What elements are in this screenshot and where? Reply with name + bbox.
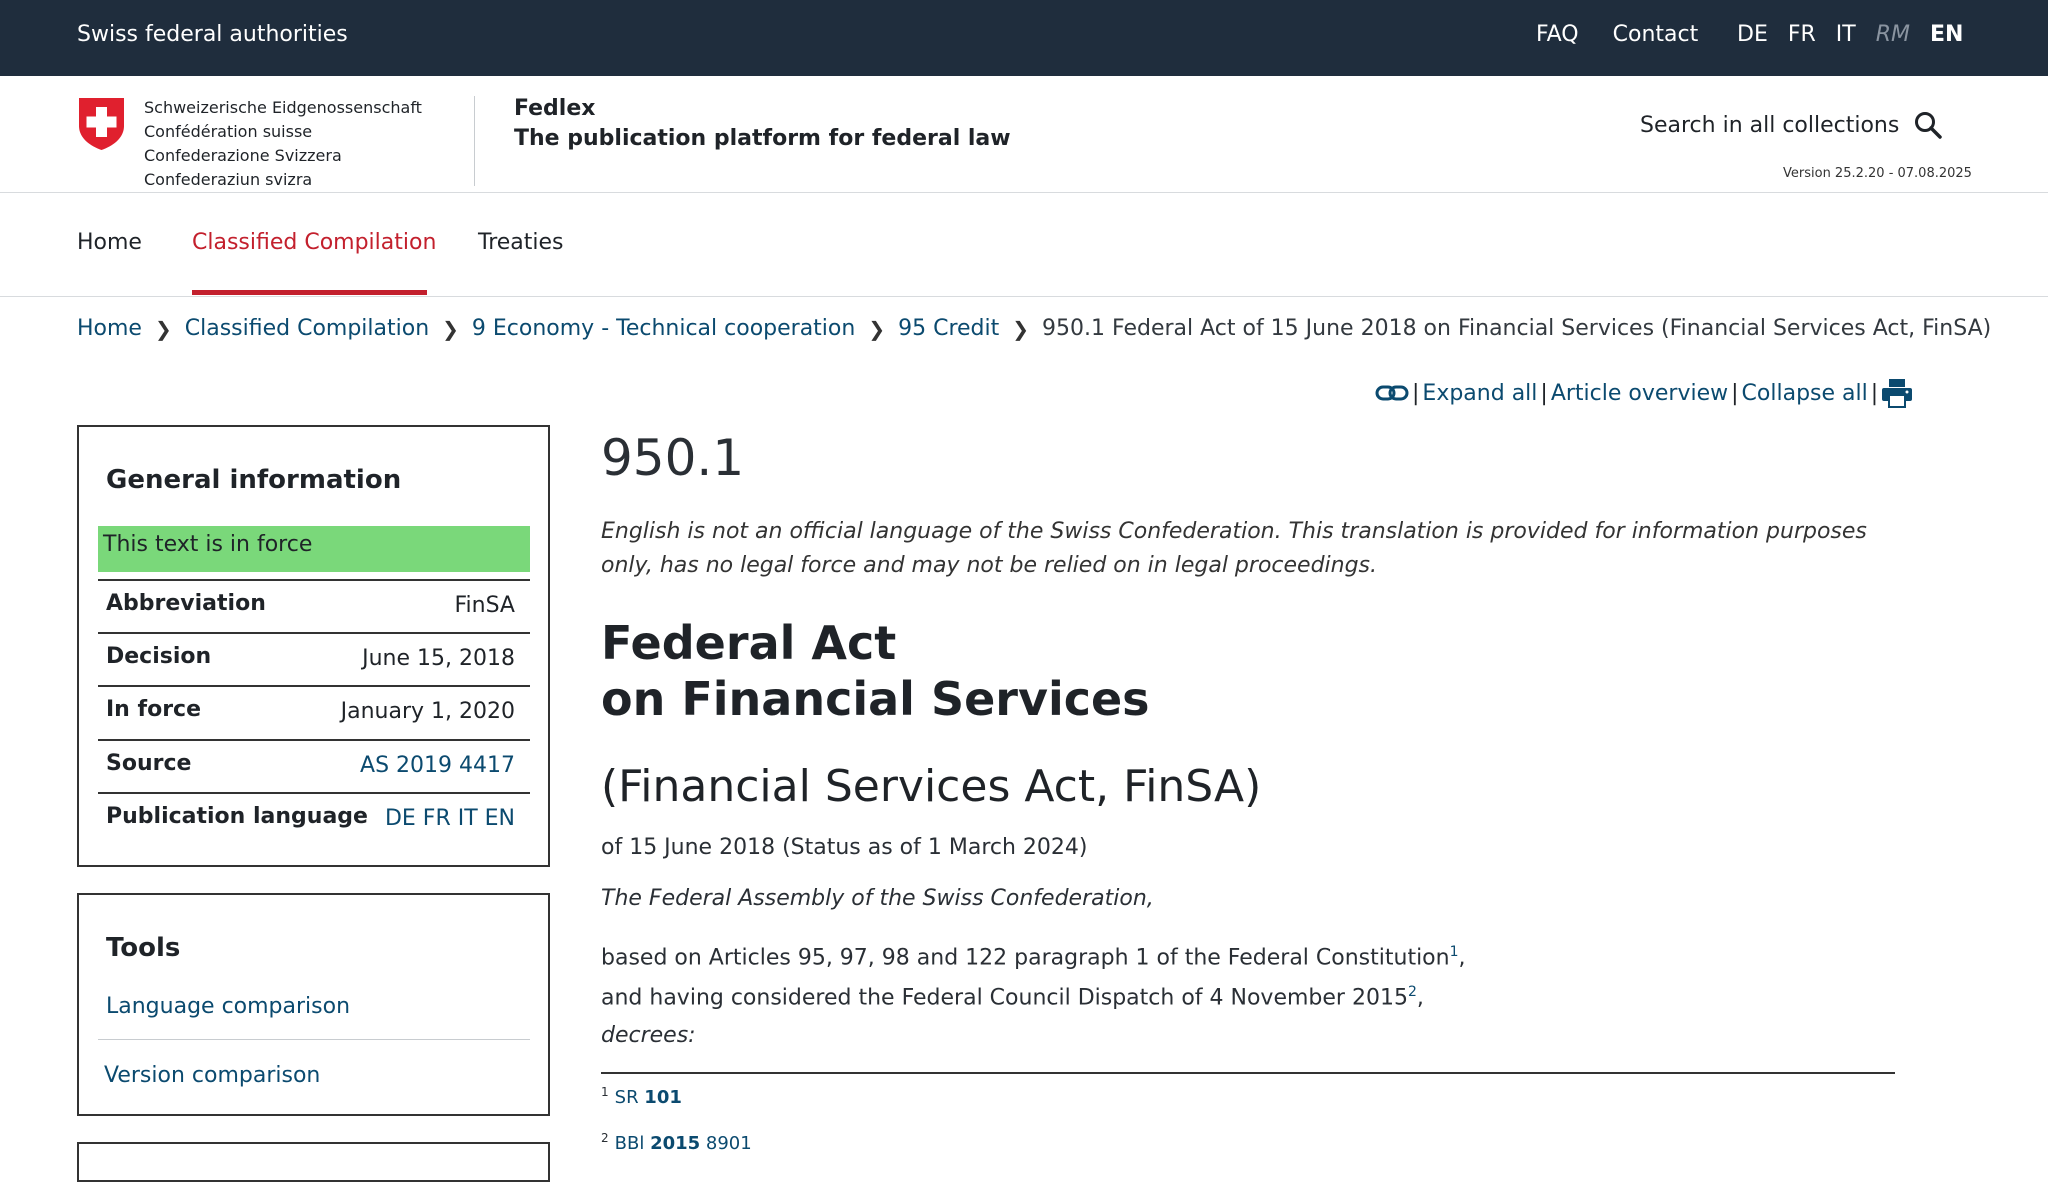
info-row-abbreviation: Abbreviation FinSA	[98, 579, 530, 632]
site-header: Schweizerische Eidgenossenschaft Confédé…	[0, 76, 2048, 193]
toolbar-divider: |	[1870, 380, 1879, 406]
chevron-right-icon: ❯	[154, 316, 172, 341]
search-label: Search in all collections	[1640, 112, 1900, 138]
nav-active-indicator	[192, 290, 427, 295]
confed-name-fr: Confédération suisse	[144, 122, 313, 141]
lang-en[interactable]: EN	[1930, 22, 1963, 47]
footnote-link[interactable]: SR 101	[615, 1087, 682, 1108]
document-title: Federal Act on Financial Services	[601, 615, 1150, 727]
tools-panel: Tools Language comparison Version compar…	[77, 893, 550, 1116]
footnote: 2 BBl 2015 8901	[601, 1131, 752, 1154]
enacting-body: The Federal Assembly of the Swiss Confed…	[601, 886, 1154, 911]
document-toolbar: | Expand all | Article overview | Collap…	[1375, 378, 1913, 408]
info-key: Decision	[106, 644, 212, 669]
contact-link[interactable]: Contact	[1613, 22, 1699, 47]
breadcrumb-credit[interactable]: 95 Credit	[898, 316, 999, 341]
info-row-in-force: In force January 1, 2020	[98, 685, 530, 738]
version-comparison-link[interactable]: Version comparison	[104, 1063, 320, 1088]
info-row-publication-language: Publication language DE FR IT EN	[98, 792, 530, 845]
sidebar-panel-partial	[77, 1142, 550, 1182]
lang-fr[interactable]: FR	[1788, 22, 1816, 47]
version-text: Version 25.2.20 - 07.08.2025	[1783, 166, 1972, 181]
confederation-names: Schweizerische Eidgenossenschaft Confédé…	[144, 96, 422, 192]
nav-classified-compilation[interactable]: Classified Compilation	[192, 230, 436, 255]
footnote-ref[interactable]: 1	[1450, 944, 1459, 960]
title-line: on Financial Services	[601, 672, 1150, 726]
footnote-divider	[601, 1072, 1895, 1074]
toolbar-divider: |	[1540, 380, 1548, 406]
info-value: January 1, 2020	[340, 699, 515, 724]
legal-basis: based on Articles 95, 97, 98 and 122 par…	[601, 944, 1466, 1011]
publication-language-links[interactable]: DE FR IT EN	[385, 806, 515, 831]
main-nav: Home Classified Compilation Treaties	[0, 194, 2048, 297]
nav-treaties[interactable]: Treaties	[478, 230, 564, 255]
source-link[interactable]: AS 2019 4417	[360, 753, 515, 778]
footnote-number: 2	[601, 1131, 609, 1145]
search-icon	[1915, 112, 1943, 139]
faq-link[interactable]: FAQ	[1536, 22, 1579, 47]
swiss-cross-logo[interactable]	[77, 96, 126, 151]
article-overview-link[interactable]: Article overview	[1551, 381, 1728, 406]
basis-line: and having considered the Federal Counci…	[601, 985, 1408, 1011]
language-comparison-link[interactable]: Language comparison	[106, 994, 350, 1019]
document-date: of 15 June 2018 (Status as of 1 March 20…	[601, 835, 1088, 860]
chevron-right-icon: ❯	[1012, 316, 1030, 341]
breadcrumb-home[interactable]: Home	[77, 316, 142, 341]
info-key: Publication language	[106, 804, 368, 829]
basis-line: based on Articles 95, 97, 98 and 122 par…	[601, 945, 1450, 971]
confed-name-rm: Confederaziun svizra	[144, 170, 313, 189]
expand-all-link[interactable]: Expand all	[1422, 381, 1537, 406]
header-divider	[474, 96, 475, 186]
info-row-decision: Decision June 15, 2018	[98, 632, 530, 685]
sr-number: 950.1	[601, 429, 745, 487]
link-icon[interactable]	[1375, 382, 1409, 404]
general-information-heading: General information	[106, 465, 402, 495]
language-switcher: DE FR IT RM EN	[1737, 22, 1983, 47]
lang-de[interactable]: DE	[1737, 22, 1768, 47]
federal-authorities-link[interactable]: Swiss federal authorities	[77, 22, 348, 47]
info-key: In force	[106, 697, 202, 722]
status-badge: This text is in force	[98, 526, 530, 572]
nav-home[interactable]: Home	[77, 230, 142, 255]
breadcrumb: Home ❯ Classified Compilation ❯ 9 Econom…	[77, 316, 1991, 341]
breadcrumb-current: 950.1 Federal Act of 15 June 2018 on Fin…	[1042, 316, 1992, 341]
tools-divider	[98, 1039, 530, 1040]
breadcrumb-economy[interactable]: 9 Economy - Technical cooperation	[472, 316, 855, 341]
info-key: Source	[106, 751, 192, 776]
short-title: (Financial Services Act, FinSA)	[601, 761, 1262, 812]
app-title-block[interactable]: Fedlex The publication platform for fede…	[514, 94, 1011, 154]
toolbar-divider: |	[1731, 380, 1739, 406]
footnote: 1 SR 101	[601, 1085, 682, 1108]
footnote-number: 1	[601, 1085, 609, 1099]
title-line: Federal Act	[601, 616, 897, 670]
global-search-button[interactable]: Search in all collections	[1640, 110, 1943, 140]
breadcrumb-classified[interactable]: Classified Compilation	[185, 316, 429, 341]
chevron-right-icon: ❯	[868, 316, 886, 341]
app-title: Fedlex	[514, 96, 596, 121]
info-key: Abbreviation	[106, 591, 266, 616]
app-subtitle: The publication platform for federal law	[514, 126, 1011, 151]
confed-name-it: Confederazione Svizzera	[144, 146, 342, 165]
decrees-text: decrees:	[601, 1023, 696, 1048]
federal-topbar: Swiss federal authorities FAQ Contact DE…	[0, 0, 2048, 76]
tools-heading: Tools	[106, 933, 181, 963]
print-icon[interactable]	[1881, 378, 1913, 408]
collapse-all-link[interactable]: Collapse all	[1742, 381, 1868, 406]
confed-name-de: Schweizerische Eidgenossenschaft	[144, 98, 422, 117]
footnote-link[interactable]: BBl 2015 8901	[615, 1133, 752, 1154]
info-value: June 15, 2018	[362, 646, 515, 671]
lang-it[interactable]: IT	[1836, 22, 1856, 47]
lang-rm: RM	[1875, 22, 1911, 47]
general-information-panel: General information This text is in forc…	[77, 425, 550, 867]
translation-disclaimer: English is not an official language of t…	[601, 519, 1867, 578]
info-value: FinSA	[454, 593, 515, 618]
info-row-source: Source AS 2019 4417	[98, 739, 530, 792]
footnote-ref[interactable]: 2	[1408, 984, 1417, 1000]
chevron-right-icon: ❯	[442, 316, 459, 341]
toolbar-divider: |	[1412, 380, 1420, 406]
